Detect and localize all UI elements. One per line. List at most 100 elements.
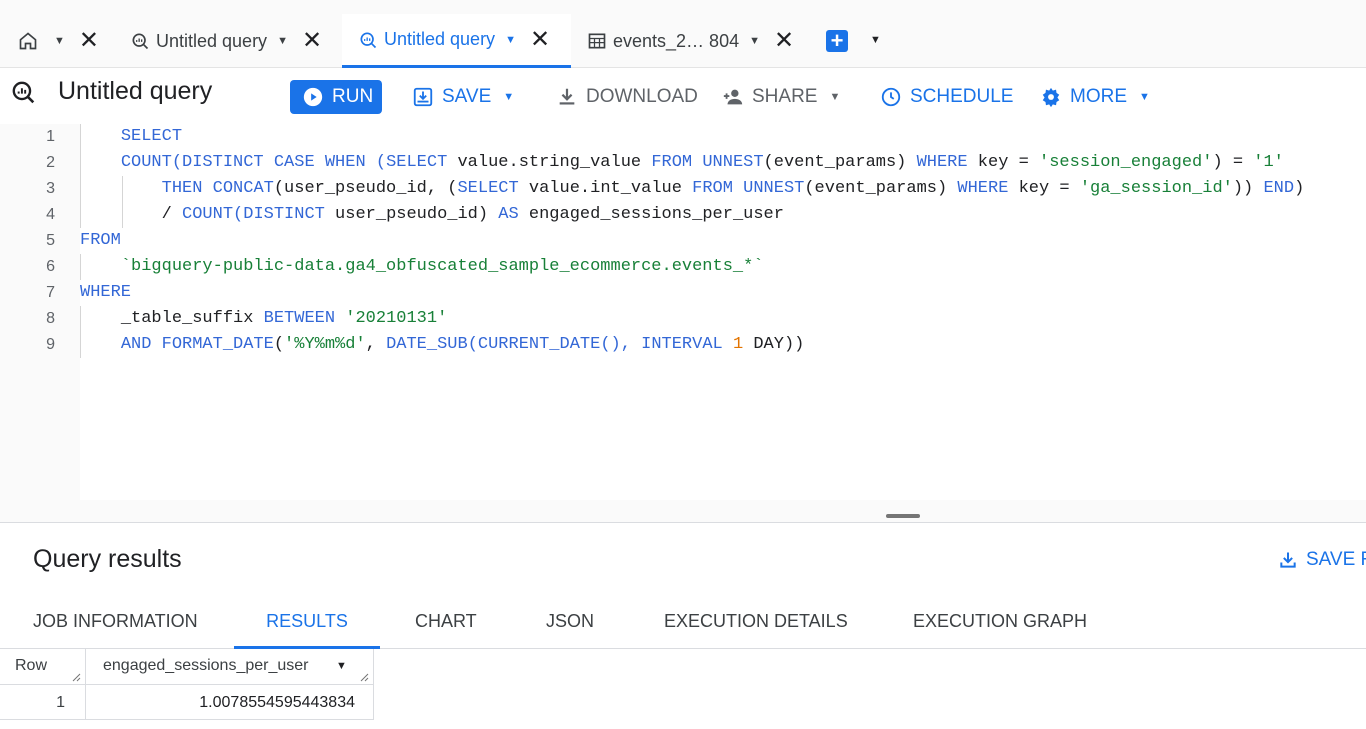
code-token: AS: [498, 205, 519, 224]
clock-icon: [881, 87, 901, 107]
home-icon: [19, 32, 37, 50]
code-token: ): [1294, 179, 1305, 198]
tab-execution-graph[interactable]: EXECUTION GRAPH: [913, 595, 1087, 649]
code-token: DAY)): [743, 335, 805, 354]
column-resize-icon[interactable]: [71, 672, 81, 682]
schedule-label: SCHEDULE: [910, 86, 1014, 107]
query-icon: [12, 81, 35, 103]
tab-results[interactable]: RESULTS: [234, 595, 380, 649]
tab-home[interactable]: ▼ ✕: [18, 14, 99, 68]
chevron-down-icon[interactable]: ▼: [503, 91, 514, 103]
tab-chart[interactable]: CHART: [415, 595, 477, 649]
code-text: FROM: [80, 228, 121, 254]
close-icon[interactable]: ✕: [302, 29, 322, 53]
editor-resize-handle[interactable]: [886, 514, 920, 518]
person-add-icon: [723, 89, 743, 105]
tab-untitled-query-2[interactable]: Untitled query ▼ ✕: [342, 14, 571, 68]
code-line: 4 / COUNT(DISTINCT user_pseudo_id) AS en…: [0, 202, 1366, 228]
line-number: 9: [46, 336, 55, 353]
tab-bar: ▼ ✕ Untitled query ▼ ✕ Untitled query ▼ …: [0, 0, 1366, 68]
run-button[interactable]: RUN: [290, 80, 382, 114]
save-label: SAVE: [442, 86, 492, 107]
download-label: DOWNLOAD: [586, 86, 698, 107]
share-button[interactable]: SHARE ▼: [722, 80, 840, 114]
download-button[interactable]: DOWNLOAD: [556, 80, 698, 114]
code-text: _table_suffix BETWEEN '20210131': [80, 306, 447, 332]
code-text: COUNT(DISTINCT CASE WHEN (SELECT value.s…: [80, 150, 1284, 176]
line-number: 4: [46, 206, 55, 223]
code-token: DATE_SUB(CURRENT_DATE(), INTERVAL: [386, 335, 723, 354]
code-token: '%Y%m%d': [284, 335, 366, 354]
tab-job-information[interactable]: JOB INFORMATION: [33, 595, 198, 649]
line-number: 8: [46, 310, 55, 327]
more-button[interactable]: MORE ▼: [1040, 80, 1150, 114]
code-token: FROM UNNEST: [692, 179, 805, 198]
code-line: 9 AND FORMAT_DATE('%Y%m%d', DATE_SUB(CUR…: [0, 332, 1366, 358]
gear-icon: [1042, 87, 1060, 108]
tab-events-table[interactable]: events_2… 804 ▼ ✕: [587, 14, 794, 68]
code-token: engaged_sessions_per_user: [518, 205, 784, 224]
tab-label: events_2… 804: [613, 30, 740, 51]
code-line: 5 FROM: [0, 228, 1366, 254]
code-token: SELECT: [386, 153, 448, 172]
chevron-down-icon[interactable]: ▼: [277, 35, 288, 47]
sql-editor[interactable]: 1 SELECT 2 COUNT(DISTINCT CASE WHEN (SELE…: [0, 124, 1366, 522]
tab-json[interactable]: JSON: [546, 595, 594, 649]
save-results-button[interactable]: SAVE R: [1278, 549, 1366, 571]
chevron-down-icon[interactable]: ▼: [54, 35, 65, 47]
chevron-down-icon[interactable]: ▼: [829, 91, 840, 103]
code-token: '1': [1253, 153, 1284, 172]
more-label: MORE: [1070, 86, 1127, 107]
add-tab-button[interactable]: +: [826, 30, 848, 52]
chevron-down-icon[interactable]: ▼: [505, 34, 516, 46]
download-icon: [559, 88, 575, 105]
code-line: 2 COUNT(DISTINCT CASE WHEN (SELECT value…: [0, 150, 1366, 176]
cell-value[interactable]: 1.0078554595443834: [86, 685, 374, 720]
download-icon: [1280, 552, 1296, 568]
code-line: 3 THEN CONCAT(user_pseudo_id, (SELECT va…: [0, 176, 1366, 202]
chevron-down-icon[interactable]: ▼: [1139, 91, 1150, 103]
code-token: key =: [967, 153, 1040, 172]
code-token: 'session_engaged': [1039, 153, 1213, 172]
code-text: WHERE: [80, 280, 131, 306]
column-header-engaged-sessions[interactable]: engaged_sessions_per_user ▼: [86, 649, 374, 685]
close-icon[interactable]: ✕: [530, 27, 550, 52]
code-token: '20210131': [345, 309, 448, 328]
tab-label: Untitled query: [384, 29, 496, 49]
code-token: (: [273, 335, 285, 354]
chevron-down-icon[interactable]: ▼: [749, 35, 760, 47]
run-label: RUN: [332, 86, 374, 107]
chevron-down-icon[interactable]: ▼: [870, 34, 881, 46]
schedule-button[interactable]: SCHEDULE: [880, 80, 1013, 114]
chevron-down-icon[interactable]: ▼: [336, 649, 347, 683]
tab-untitled-query-1[interactable]: Untitled query ▼ ✕: [130, 14, 322, 68]
column-resize-icon[interactable]: [359, 672, 369, 682]
code-text: THEN CONCAT(user_pseudo_id, (SELECT valu…: [80, 176, 1305, 202]
code-token: 1: [732, 335, 744, 354]
table-row: 1 1.0078554595443834: [0, 685, 374, 720]
close-icon[interactable]: ✕: [79, 29, 99, 53]
code-text: `bigquery-public-data.ga4_obfuscated_sam…: [80, 254, 764, 280]
column-header-label: engaged_sessions_per_user: [103, 657, 309, 674]
save-button[interactable]: SAVE ▼: [412, 80, 514, 114]
line-number: 1: [46, 128, 55, 145]
line-number: 5: [46, 232, 55, 249]
line-number: 7: [46, 284, 55, 301]
query-icon: [132, 33, 149, 50]
tab-label: Untitled query: [156, 30, 268, 51]
code-token: `bigquery-public-data.ga4_obfuscated_sam…: [120, 257, 764, 276]
save-icon: [413, 87, 433, 107]
tab-execution-details[interactable]: EXECUTION DETAILS: [664, 595, 848, 649]
close-icon[interactable]: ✕: [774, 29, 794, 53]
code-token: ) =: [1212, 153, 1254, 172]
query-title-text: Untitled query: [58, 77, 213, 105]
code-token: AND FORMAT_DATE: [120, 335, 274, 354]
